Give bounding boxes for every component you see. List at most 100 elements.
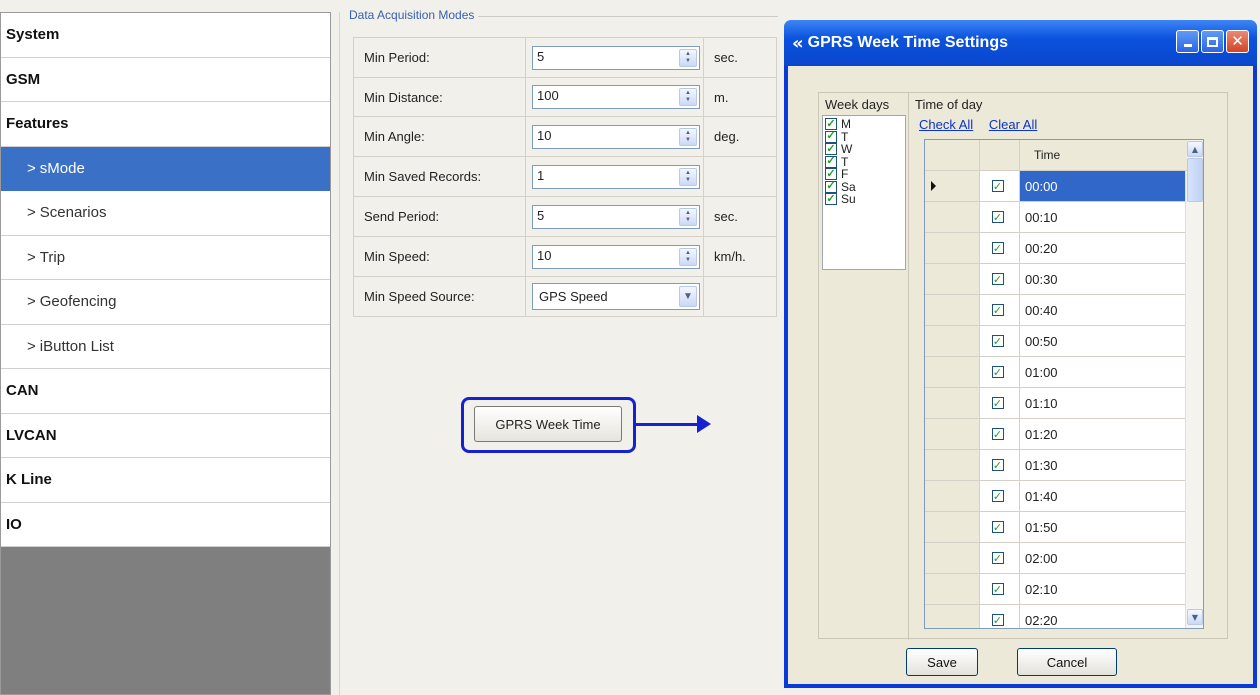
row-header-cell[interactable] — [925, 543, 980, 574]
param-spinbox[interactable]: 10 ▲ ▼ — [532, 124, 700, 149]
checkbox[interactable]: ✓ — [825, 130, 837, 143]
nav-item-trip[interactable]: > Trip — [1, 235, 330, 280]
table-row[interactable]: ✓ 01:50 — [925, 512, 1187, 543]
nav-item-lvcan[interactable]: LVCAN — [1, 413, 330, 458]
speed-source-select[interactable]: GPS Speed ▼ — [532, 283, 700, 310]
row-header-cell[interactable] — [925, 295, 980, 326]
checkbox[interactable]: ✓ — [991, 459, 1004, 471]
table-row[interactable]: ✓ 00:10 — [925, 202, 1187, 233]
scroll-up-button[interactable]: ▲ — [1187, 141, 1203, 157]
nav-item-ibutton-list[interactable]: > iButton List — [1, 324, 330, 369]
clear-all-link[interactable]: Clear All — [989, 117, 1037, 132]
checkbox[interactable]: ✓ — [991, 211, 1004, 223]
time-cell[interactable]: 02:20 — [1020, 605, 1187, 628]
chevron-down-icon[interactable]: ▼ — [679, 286, 697, 307]
table-row[interactable]: ✓ 01:00 — [925, 357, 1187, 388]
param-spinbox[interactable]: 5 ▲ ▼ — [532, 204, 700, 229]
weekday-item[interactable]: ✓ Su — [825, 192, 903, 206]
check-all-link[interactable]: Check All — [919, 117, 973, 132]
time-cell[interactable]: 00:30 — [1020, 264, 1187, 295]
row-header-cell[interactable] — [925, 357, 980, 388]
nav-item-io[interactable]: IO — [1, 502, 330, 547]
table-row[interactable]: ✓ 01:30 — [925, 450, 1187, 481]
cancel-button[interactable]: Cancel — [1017, 648, 1117, 676]
checkbox[interactable]: ✓ — [991, 242, 1004, 254]
checkbox[interactable]: ✓ — [991, 335, 1004, 347]
checkbox[interactable]: ✓ — [991, 428, 1004, 440]
row-header-cell[interactable] — [925, 171, 980, 202]
time-cell[interactable]: 00:40 — [1020, 295, 1187, 326]
time-cell[interactable]: 00:10 — [1020, 202, 1187, 233]
row-header-cell[interactable] — [925, 481, 980, 512]
table-row[interactable]: ✓ 02:20 — [925, 605, 1187, 628]
checkbox[interactable]: ✓ — [991, 273, 1004, 285]
spin-arrows-icon[interactable]: ▲ ▼ — [679, 247, 697, 266]
table-row[interactable]: ✓ 00:40 — [925, 295, 1187, 326]
weekday-item[interactable]: ✓ Sa — [825, 180, 903, 194]
time-cell[interactable]: 01:10 — [1020, 388, 1187, 419]
minimize-button[interactable] — [1176, 30, 1199, 53]
checkbox[interactable]: ✓ — [825, 143, 837, 156]
nav-item-gsm[interactable]: GSM — [1, 57, 330, 102]
param-spinbox[interactable]: 100 ▲ ▼ — [532, 85, 700, 109]
weekday-item[interactable]: ✓ M — [825, 117, 903, 131]
spin-arrows-icon[interactable]: ▲ ▼ — [679, 48, 697, 67]
spinbox-value[interactable]: 5 — [533, 47, 677, 69]
checkbox[interactable]: ✓ — [991, 490, 1004, 502]
row-header-cell[interactable] — [925, 450, 980, 481]
nav-item-can[interactable]: CAN — [1, 369, 330, 414]
checkbox[interactable]: ✓ — [991, 552, 1004, 564]
param-spinbox[interactable]: 5 ▲ ▼ — [532, 45, 700, 70]
table-row[interactable]: ✓ 01:40 — [925, 481, 1187, 512]
save-button[interactable]: Save — [906, 648, 978, 676]
close-button[interactable]: ✕ — [1226, 30, 1249, 53]
checkbox[interactable]: ✓ — [991, 583, 1004, 595]
checkbox[interactable]: ✓ — [825, 155, 837, 168]
grid-scrollbar[interactable]: ▲ ▼ — [1185, 140, 1203, 628]
param-spinbox[interactable]: 1 ▲ ▼ — [532, 164, 700, 189]
time-cell[interactable]: 01:20 — [1020, 419, 1187, 450]
table-row[interactable]: ✓ 01:20 — [925, 419, 1187, 450]
table-row[interactable]: ✓ 02:00 — [925, 543, 1187, 574]
time-column-header[interactable]: Time — [1020, 140, 1187, 171]
row-header-cell[interactable] — [925, 512, 980, 543]
row-header-cell[interactable] — [925, 326, 980, 357]
dialog-titlebar[interactable]: « GPRS Week Time Settings ✕ — [784, 20, 1257, 66]
nav-item-k-line[interactable]: K Line — [1, 458, 330, 503]
weekday-item[interactable]: ✓ T — [825, 130, 903, 144]
checkbox[interactable]: ✓ — [825, 193, 837, 206]
time-cell[interactable]: 02:00 — [1020, 543, 1187, 574]
row-header-cell[interactable] — [925, 605, 980, 628]
spinbox-value[interactable]: 10 — [533, 246, 677, 268]
checkbox[interactable]: ✓ — [991, 521, 1004, 533]
checkbox[interactable]: ✓ — [991, 614, 1004, 626]
checkbox[interactable]: ✓ — [825, 180, 837, 193]
checkbox[interactable]: ✓ — [991, 180, 1004, 192]
weekday-item[interactable]: ✓ T — [825, 155, 903, 169]
nav-item-smode[interactable]: > sMode — [1, 146, 330, 191]
scroll-thumb[interactable] — [1187, 158, 1203, 202]
nav-item-system[interactable]: System — [1, 13, 330, 58]
row-header-cell[interactable] — [925, 264, 980, 295]
spinbox-value[interactable]: 100 — [533, 86, 677, 108]
table-row[interactable]: ✓ 00:20 — [925, 233, 1187, 264]
time-cell[interactable]: 00:20 — [1020, 233, 1187, 264]
spinbox-value[interactable]: 5 — [533, 206, 677, 228]
spin-arrows-icon[interactable]: ▲ ▼ — [679, 127, 697, 146]
time-cell[interactable]: 01:00 — [1020, 357, 1187, 388]
row-header-cell[interactable] — [925, 388, 980, 419]
spin-arrows-icon[interactable]: ▲ ▼ — [679, 88, 697, 106]
time-cell[interactable]: 00:50 — [1020, 326, 1187, 357]
table-row[interactable]: ✓ 00:00 — [925, 171, 1187, 202]
param-spinbox[interactable]: 10 ▲ ▼ — [532, 244, 700, 269]
time-cell[interactable]: 01:30 — [1020, 450, 1187, 481]
table-row[interactable]: ✓ 01:10 — [925, 388, 1187, 419]
row-header-cell[interactable] — [925, 202, 980, 233]
time-cell[interactable]: 02:10 — [1020, 574, 1187, 605]
time-cell[interactable]: 01:50 — [1020, 512, 1187, 543]
checkbox[interactable]: ✓ — [825, 118, 837, 131]
row-header-cell[interactable] — [925, 233, 980, 264]
spinbox-value[interactable]: 1 — [533, 166, 677, 188]
spin-arrows-icon[interactable]: ▲ ▼ — [679, 167, 697, 186]
nav-item-features[interactable]: Features — [1, 102, 330, 147]
